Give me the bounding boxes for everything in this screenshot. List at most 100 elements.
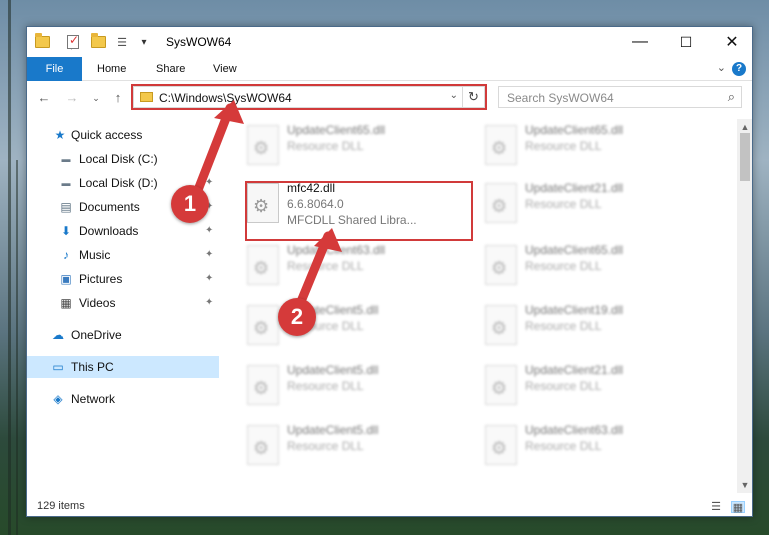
- sidebar-item-music[interactable]: ♪ Music ✦: [27, 244, 219, 266]
- new-folder-icon[interactable]: [91, 33, 106, 50]
- refresh-button[interactable]: ↻: [462, 87, 484, 107]
- maximize-button[interactable]: ☐: [663, 27, 709, 57]
- star-icon: ★: [54, 128, 66, 142]
- recent-locations-button[interactable]: ⌄: [87, 89, 105, 107]
- search-placeholder: Search SysWOW64: [507, 91, 614, 105]
- dll-file-icon: [485, 305, 517, 345]
- details-view-button[interactable]: ☰: [709, 501, 723, 513]
- search-icon[interactable]: ⌕: [728, 89, 735, 105]
- dll-file-icon: [485, 365, 517, 405]
- address-path[interactable]: C:\Windows\SysWOW64: [159, 91, 292, 105]
- pin-icon[interactable]: ✦: [205, 268, 213, 290]
- dll-file-icon: [247, 125, 279, 165]
- back-button[interactable]: ←: [35, 89, 53, 107]
- file-tile[interactable]: UpdateClient65.dll Resource DLL: [239, 119, 457, 173]
- file-type: MFCDLL Shared Libra...: [287, 213, 417, 227]
- address-bar[interactable]: C:\Windows\SysWOW64 ⌄ ↻: [133, 86, 485, 108]
- dll-file-icon: [247, 365, 279, 405]
- sidebar-item-quick-access[interactable]: ★ Quick access: [27, 124, 219, 146]
- pin-icon[interactable]: ✦: [205, 220, 213, 242]
- tab-view[interactable]: View: [203, 57, 247, 81]
- sidebar-item-local-disk-c[interactable]: ▬ Local Disk (C:): [27, 148, 219, 170]
- downloads-icon: ⬇: [60, 224, 72, 238]
- sidebar-item-this-pc[interactable]: ▭ This PC: [27, 356, 219, 378]
- desktop-tree-trunk: [16, 160, 18, 535]
- file-name: mfc42.dll: [287, 181, 336, 195]
- file-tile[interactable]: UpdateClient63.dll Resource DLL: [239, 239, 457, 293]
- sidebar-item-label: Network: [71, 392, 116, 406]
- search-input[interactable]: Search SysWOW64 ⌕: [498, 86, 742, 108]
- dll-file-icon: [247, 425, 279, 465]
- file-tile[interactable]: UpdateClient65.dll Resource DLL: [477, 239, 695, 293]
- file-name: UpdateClient5.dll: [287, 363, 379, 377]
- dll-file-icon: [485, 183, 517, 223]
- pin-icon[interactable]: ✦: [205, 172, 213, 194]
- sidebar-item-label: Downloads: [79, 224, 139, 238]
- dll-file-icon: [485, 125, 517, 165]
- desktop-tree-trunk: [8, 0, 11, 535]
- scroll-down-button[interactable]: ▼: [737, 477, 752, 493]
- drive-icon: ▬: [61, 154, 71, 164]
- file-name: UpdateClient63.dll: [287, 243, 386, 257]
- file-name: UpdateClient5.dll: [287, 423, 379, 437]
- file-name: UpdateClient65.dll: [525, 123, 624, 137]
- file-tile[interactable]: UpdateClient19.dll Resource DLL: [477, 299, 695, 353]
- folder-icon: [140, 92, 153, 102]
- navigation-pane: ★ Quick access ▬ Local Disk (C:) ▬ Local…: [27, 119, 219, 499]
- step-1-badge: 1: [171, 185, 209, 223]
- sidebar-item-label: Music: [79, 248, 111, 262]
- sidebar-item-downloads[interactable]: ⬇ Downloads ✦: [27, 220, 219, 242]
- step-2-badge: 2: [278, 298, 316, 336]
- help-icon[interactable]: ?: [732, 62, 746, 76]
- tab-file[interactable]: File: [27, 57, 82, 81]
- sidebar-item-label: This PC: [71, 360, 114, 374]
- file-tile[interactable]: UpdateClient63.dll Resource DLL: [477, 419, 695, 473]
- title-bar: ☰ ▾ SysWOW64 — ☐ ✕: [27, 27, 752, 57]
- file-tile[interactable]: UpdateClient5.dll Resource DLL: [239, 299, 457, 353]
- sidebar-item-pictures[interactable]: ▣ Pictures ✦: [27, 268, 219, 290]
- documents-icon: ▤: [60, 200, 72, 214]
- file-tile[interactable]: UpdateClient21.dll Resource DLL: [477, 359, 695, 413]
- sidebar-item-videos[interactable]: ▦ Videos ✦: [27, 292, 219, 314]
- properties-icon[interactable]: [67, 33, 79, 50]
- file-tile[interactable]: UpdateClient5.dll Resource DLL: [239, 419, 457, 473]
- up-button[interactable]: ↑: [109, 89, 127, 107]
- address-dropdown-icon[interactable]: ⌄: [450, 90, 458, 101]
- onedrive-icon: ☁: [52, 328, 64, 342]
- minimize-button[interactable]: —: [617, 27, 663, 57]
- file-name: UpdateClient21.dll: [525, 363, 624, 377]
- scroll-thumb[interactable]: [740, 133, 750, 181]
- pin-icon[interactable]: ✦: [205, 244, 213, 266]
- vertical-scrollbar[interactable]: ▲ ▼: [737, 119, 752, 493]
- network-icon: ◈: [53, 392, 63, 406]
- drive-icon: ▬: [61, 178, 71, 188]
- navigation-bar: ← → ⌄ ↑ C:\Windows\SysWOW64 ⌄ ↻ Search S…: [27, 82, 752, 114]
- ribbon-tabs: File Home Share View ⌄ ?: [27, 57, 752, 81]
- status-bar: 129 items ☰ ▦: [27, 499, 752, 516]
- tab-home[interactable]: Home: [87, 57, 136, 81]
- chevron-down-icon[interactable]: ⌄: [717, 61, 726, 74]
- file-tile-mfc42[interactable]: mfc42.dll 6.6.8064.0 MFCDLL Shared Libra…: [239, 177, 457, 231]
- file-tile[interactable]: UpdateClient21.dll Resource DLL: [477, 177, 695, 231]
- qat-dropdown-icon[interactable]: ▾: [139, 34, 149, 50]
- file-tile[interactable]: UpdateClient5.dll Resource DLL: [239, 359, 457, 413]
- tiles-view-button[interactable]: ▦: [731, 501, 745, 514]
- file-type: Resource DLL: [287, 379, 364, 393]
- sidebar-item-label: OneDrive: [71, 328, 122, 342]
- file-tile[interactable]: UpdateClient65.dll Resource DLL: [477, 119, 695, 173]
- dll-file-icon: [247, 305, 279, 345]
- pin-icon[interactable]: ✦: [205, 292, 213, 314]
- sidebar-item-label: Videos: [79, 296, 116, 310]
- sidebar-item-onedrive[interactable]: ☁ OneDrive: [27, 324, 219, 346]
- close-button[interactable]: ✕: [709, 27, 752, 57]
- this-pc-icon: ▭: [52, 360, 64, 374]
- file-type: Resource DLL: [287, 139, 364, 153]
- sidebar-item-network[interactable]: ◈ Network: [27, 388, 219, 410]
- customize-qat-icon[interactable]: ☰: [113, 34, 131, 50]
- file-version: 6.6.8064.0: [287, 197, 344, 211]
- forward-button[interactable]: →: [63, 89, 81, 107]
- sidebar-item-label: Local Disk (C:): [79, 152, 158, 166]
- file-explorer-window: ☰ ▾ SysWOW64 — ☐ ✕ File Home Share View …: [26, 26, 753, 517]
- tab-share[interactable]: Share: [146, 57, 195, 81]
- pictures-icon: ▣: [60, 272, 72, 286]
